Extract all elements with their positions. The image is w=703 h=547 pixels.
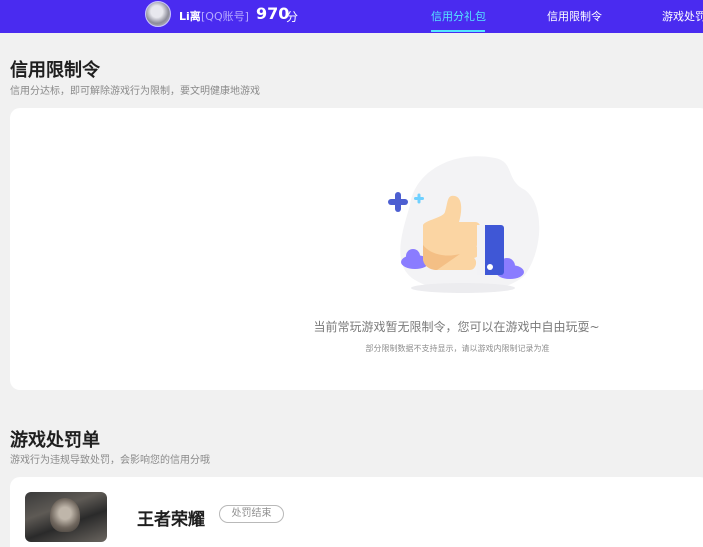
restriction-section-subtitle: 信用分达标，即可解除游戏行为限制，要文明健康地游戏 bbox=[10, 86, 260, 97]
penalty-section-subtitle: 游戏行为违规导致处罚，会影响您的信用分哦 bbox=[10, 455, 210, 466]
tab-game-penalty[interactable]: 游戏处罚 bbox=[662, 8, 703, 24]
account-type-label: [QQ账号] bbox=[201, 10, 249, 23]
top-navigation-bar: Li离 [QQ账号] 970 分 信用分礼包 信用限制令 游戏处罚 bbox=[0, 0, 703, 33]
username: Li离 bbox=[179, 10, 201, 23]
tab-credit-gift[interactable]: 信用分礼包 bbox=[431, 8, 486, 24]
penalty-game-name[interactable]: 王者荣耀 bbox=[137, 505, 205, 530]
credit-score-unit: 分 bbox=[286, 10, 299, 24]
game-thumbnail[interactable] bbox=[25, 492, 107, 542]
restriction-section-title: 信用限制令 bbox=[10, 60, 100, 81]
active-tab-indicator bbox=[431, 30, 485, 32]
empty-state-message: 当前常玩游戏暂无限制令，您可以在游戏中自由玩耍~ bbox=[313, 320, 600, 334]
thumbs-up-icon bbox=[388, 156, 540, 293]
penalty-status-badge: 处罚结束 bbox=[219, 505, 284, 523]
empty-state-note: 部分限制数据不支持显示，请以游戏内限制记录为准 bbox=[365, 344, 550, 353]
credit-score-value: 970 bbox=[256, 4, 290, 23]
penalty-card bbox=[10, 477, 703, 547]
tab-credit-restriction[interactable]: 信用限制令 bbox=[547, 8, 602, 24]
penalty-section-title: 游戏处罚单 bbox=[10, 430, 100, 451]
user-avatar[interactable] bbox=[145, 1, 171, 27]
